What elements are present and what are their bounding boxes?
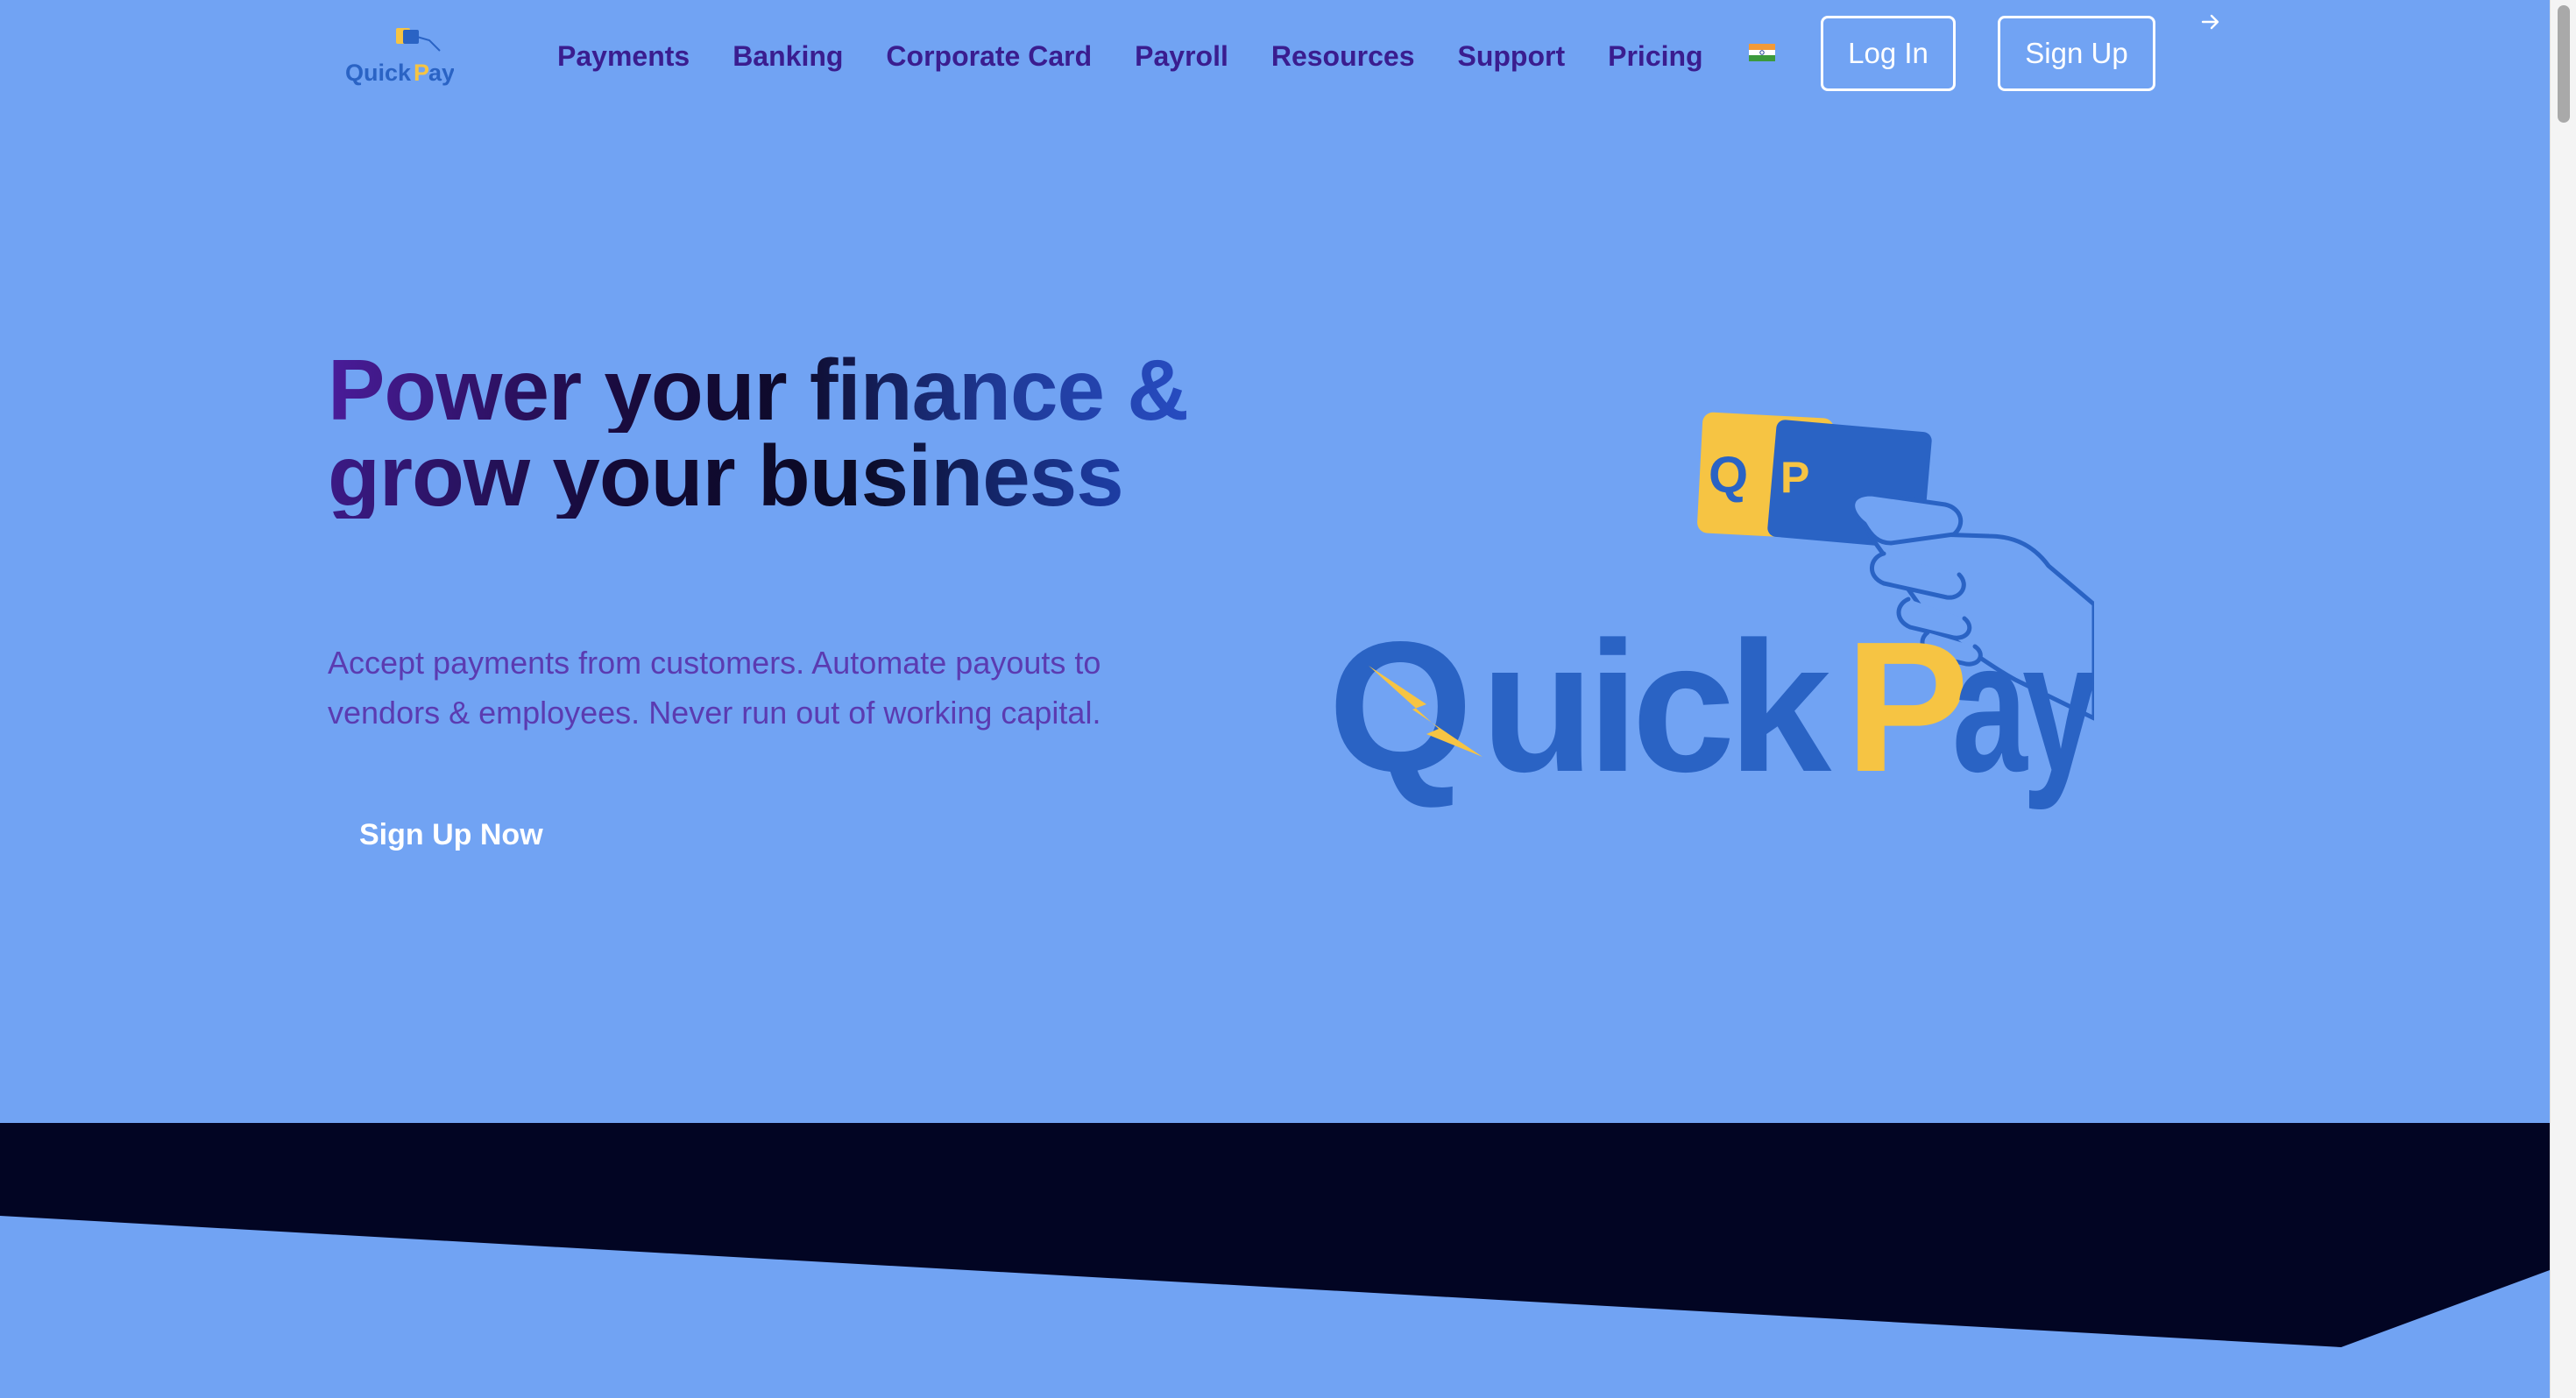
- nav-item-banking[interactable]: Banking: [732, 40, 843, 73]
- hero-title-line1: Power your finance &: [328, 347, 1292, 433]
- svg-text:ay: ay: [428, 60, 454, 86]
- page-scrollbar[interactable]: [2550, 0, 2576, 1398]
- scrollbar-thumb[interactable]: [2558, 5, 2570, 123]
- svg-text:P: P: [1845, 603, 1969, 810]
- svg-text:Quick: Quick: [345, 60, 412, 86]
- main-nav: Payments Banking Corporate Card Payroll …: [557, 35, 1746, 77]
- quickpay-wordmark: Q uick P ay: [1328, 603, 2094, 810]
- svg-text:Q: Q: [1709, 447, 1748, 504]
- svg-text:Q: Q: [1328, 603, 1468, 810]
- quickpay-hero-logo: Q P Q uick P ay: [1328, 412, 2094, 810]
- nav-item-resources[interactable]: Resources: [1271, 40, 1415, 73]
- hero-title-line2: grow your business: [328, 433, 1292, 519]
- quickpay-logo[interactable]: Quick P ay: [343, 25, 454, 86]
- hero-subtitle: Accept payments from customers. Automate…: [328, 645, 1101, 731]
- signup-now-button[interactable]: Sign Up Now: [359, 818, 543, 852]
- arrow-right-icon[interactable]: [2197, 9, 2224, 35]
- nav-item-pricing[interactable]: Pricing: [1608, 40, 1702, 73]
- svg-text:P: P: [1780, 453, 1809, 502]
- signup-button[interactable]: Sign Up: [1998, 16, 2155, 91]
- svg-text:uick: uick: [1481, 603, 1832, 810]
- page: Quick P ay Payments Banking Corporate Ca…: [0, 0, 2550, 1398]
- nav-item-corporate-card[interactable]: Corporate Card: [886, 40, 1092, 73]
- login-button[interactable]: Log In: [1821, 16, 1956, 91]
- india-flag-icon[interactable]: [1749, 44, 1775, 61]
- nav-item-payroll[interactable]: Payroll: [1135, 40, 1228, 73]
- nav-item-support[interactable]: Support: [1457, 40, 1565, 73]
- dark-section-divider: [0, 1123, 2550, 1398]
- nav-item-payments[interactable]: Payments: [557, 40, 690, 73]
- svg-text:P: P: [414, 60, 429, 86]
- hero-title: Power your finance & grow your business: [328, 347, 1292, 519]
- svg-text:ay: ay: [1952, 603, 2094, 810]
